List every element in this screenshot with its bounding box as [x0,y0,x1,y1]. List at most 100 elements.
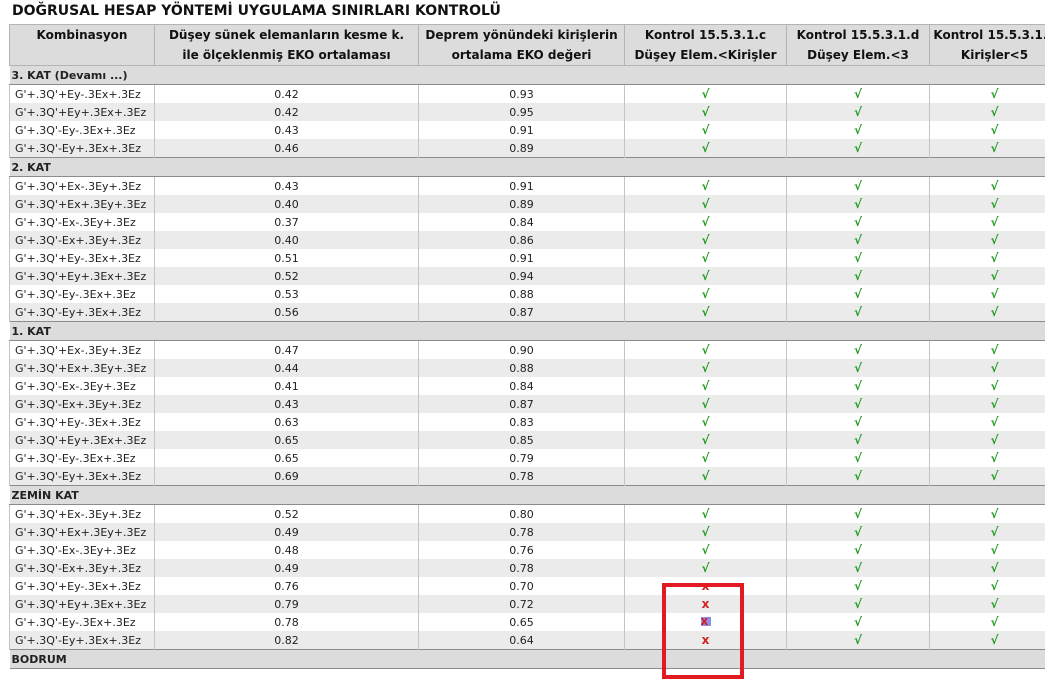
combination-cell: G'+.3Q'-Ey-.3Ex+.3Ez [9,449,155,467]
check-icon: √ [701,561,710,575]
section-title: BODRUM [9,649,1045,669]
check-icon: √ [990,397,999,411]
combination-cell: G'+.3Q'+Ey-.3Ex+.3Ez [9,413,155,431]
combination-cell: G'+.3Q'+Ex+.3Ey+.3Ez [9,359,155,377]
vertical-eko-cell: 0.44 [154,359,419,377]
control-c-cell: √ [624,176,787,195]
control-c-cell: √ [624,395,787,413]
control-d-cell: √ [786,231,930,249]
check-icon: √ [701,451,710,465]
check-icon: √ [990,233,999,247]
table-row: G'+.3Q'+Ey-.3Ex+.3Ez 0.76 0.70 x √ √ [9,577,1045,595]
control-d-cell: √ [786,631,930,650]
col-subheader-beam-eko: ortalama EKO değeri [418,45,625,66]
control-d-cell: √ [786,523,930,541]
combination-cell: G'+.3Q'-Ex-.3Ey+.3Ez [9,377,155,395]
check-icon: √ [990,615,999,629]
col-subheader-combination [9,45,155,66]
control-c-cell: √ [624,504,787,523]
control-c-cell: √ [624,303,787,322]
beam-eko-cell: 0.87 [418,303,625,322]
vertical-eko-cell: 0.43 [154,176,419,195]
check-icon: √ [701,397,710,411]
combination-cell: G'+.3Q'-Ey-.3Ex+.3Ez [9,121,155,139]
check-icon: √ [990,415,999,429]
beam-eko-cell: 0.87 [418,395,625,413]
control-d-cell: √ [786,176,930,195]
check-icon: √ [701,415,710,429]
beam-eko-cell: 0.78 [418,559,625,577]
check-icon: √ [701,305,710,319]
check-icon: √ [853,543,862,557]
combination-cell: G'+.3Q'-Ey-.3Ex+.3Ez [9,285,155,303]
check-icon: √ [853,633,862,647]
check-icon: √ [853,305,862,319]
table-row: G'+.3Q'-Ex-.3Ey+.3Ez 0.48 0.76 √ √ √ [9,541,1045,559]
control-c-cell: √ [624,467,787,486]
section-header-row: 1. KAT [9,321,1045,341]
check-icon: √ [701,433,710,447]
control-d-cell: √ [786,195,930,213]
section-title: 3. KAT (Devamı ...) [9,65,1045,85]
combination-cell: G'+.3Q'-Ex+.3Ey+.3Ez [9,395,155,413]
check-icon: √ [990,87,999,101]
control-e-cell: √ [929,139,1045,158]
check-icon: √ [990,305,999,319]
col-header-control-d: Kontrol 15.5.3.1.d [786,24,930,45]
combination-cell: G'+.3Q'-Ex-.3Ey+.3Ez [9,541,155,559]
table-row: G'+.3Q'-Ey-.3Ex+.3Ez 0.53 0.88 √ √ √ [9,285,1045,303]
control-c-cell: √ [624,523,787,541]
check-icon: √ [990,525,999,539]
control-e-cell: √ [929,377,1045,395]
check-icon: √ [701,525,710,539]
control-c-cell: √ [624,213,787,231]
control-e-cell: √ [929,504,1045,523]
beam-eko-cell: 0.94 [418,267,625,285]
vertical-eko-cell: 0.82 [154,631,419,650]
vertical-eko-cell: 0.49 [154,523,419,541]
check-icon: √ [853,233,862,247]
combination-cell: G'+.3Q'+Ey+.3Ex+.3Ez [9,103,155,121]
limits-check-table: Kombinasyon Düşey sünek elemanların kesm… [9,24,1045,669]
table-row: G'+.3Q'-Ey+.3Ex+.3Ez 0.56 0.87 √ √ √ [9,303,1045,322]
control-c-cell: √ [624,559,787,577]
table-row: G'+.3Q'+Ex+.3Ey+.3Ez 0.44 0.88 √ √ √ [9,359,1045,377]
control-e-cell: √ [929,559,1045,577]
control-e-cell: √ [929,340,1045,359]
table-row: G'+.3Q'-Ex+.3Ey+.3Ez 0.43 0.87 √ √ √ [9,395,1045,413]
vertical-eko-cell: 0.56 [154,303,419,322]
combination-cell: G'+.3Q'-Ex-.3Ey+.3Ez [9,213,155,231]
vertical-eko-cell: 0.65 [154,449,419,467]
check-icon: √ [853,269,862,283]
beam-eko-cell: 0.85 [418,431,625,449]
control-e-cell: √ [929,103,1045,121]
check-icon: √ [990,343,999,357]
control-c-cell: √ [624,121,787,139]
check-icon: √ [990,287,999,301]
check-icon: √ [990,141,999,155]
control-c-cell: √ [624,195,787,213]
col-subheader-control-d: Düşey Elem.<3 [786,45,930,66]
check-icon: √ [701,507,710,521]
table-row: G'+.3Q'+Ey-.3Ex+.3Ez 0.42 0.93 √ √ √ [9,84,1045,103]
check-icon: √ [853,579,862,593]
control-c-cell: √ [624,231,787,249]
control-e-cell: √ [929,413,1045,431]
check-icon: √ [853,123,862,137]
control-d-cell: √ [786,613,930,631]
check-icon: √ [853,433,862,447]
vertical-eko-cell: 0.52 [154,504,419,523]
table-row: G'+.3Q'+Ey+.3Ex+.3Ez 0.52 0.94 √ √ √ [9,267,1045,285]
section-title: 1. KAT [9,321,1045,341]
vertical-eko-cell: 0.51 [154,249,419,267]
combination-cell: G'+.3Q'-Ey-.3Ex+.3Ez [9,613,155,631]
control-d-cell: √ [786,359,930,377]
vertical-eko-cell: 0.63 [154,413,419,431]
control-d-cell: √ [786,340,930,359]
beam-eko-cell: 0.78 [418,467,625,486]
control-c-cell: √ [624,541,787,559]
check-icon: √ [701,269,710,283]
table-row: G'+.3Q'-Ey+.3Ex+.3Ez 0.82 0.64 x √ √ [9,631,1045,650]
check-icon: √ [853,561,862,575]
beam-eko-cell: 0.89 [418,195,625,213]
